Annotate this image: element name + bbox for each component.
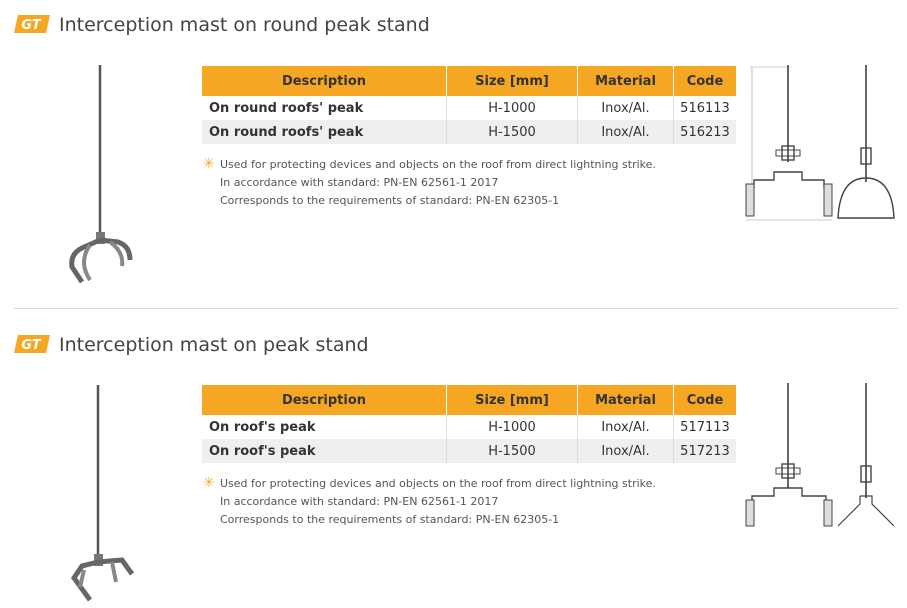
cell-code: 516113 xyxy=(680,100,730,116)
logo-text: GT xyxy=(21,338,41,353)
cell-description: On roof's peak xyxy=(202,415,447,439)
col-header-description: Description xyxy=(202,66,447,96)
note-line: Used for protecting devices and objects … xyxy=(220,158,656,171)
asterisk-icon: ✳ xyxy=(203,475,215,491)
cell-size: H-1500 xyxy=(446,439,578,463)
cell-size: H-1000 xyxy=(446,415,578,439)
note-line: In accordance with standard: PN-EN 62561… xyxy=(220,495,499,508)
cell-size: H-1500 xyxy=(446,120,578,144)
product-notes: ✳ Used for protecting devices and object… xyxy=(203,156,656,210)
section-title: Interception mast on peak stand xyxy=(59,334,369,356)
product-notes: ✳ Used for protecting devices and object… xyxy=(203,475,656,529)
gt-logo: GT xyxy=(14,15,50,33)
col-header-code: Code xyxy=(673,385,736,415)
col-header-material: Material xyxy=(577,66,674,96)
cell-material: Inox/Al. xyxy=(577,120,674,144)
mast-round-peak-image xyxy=(60,62,140,292)
table-row: On roof's peak H-1000 Inox/Al. 517113 xyxy=(202,415,736,439)
cell-code: 517113 xyxy=(680,419,730,435)
table-row: On roof's peak H-1500 Inox/Al. 517213 xyxy=(202,439,736,463)
table-row: On round roofs' peak H-1000 Inox/Al. 516… xyxy=(202,96,736,120)
cell-material: Inox/Al. xyxy=(577,415,674,439)
section-divider xyxy=(14,308,898,309)
spec-table: Description Size [mm] Material Code On r… xyxy=(202,66,736,144)
cell-material: Inox/Al. xyxy=(577,439,674,463)
cell-code: 516213 xyxy=(673,120,736,144)
note-line: In accordance with standard: PN-EN 62561… xyxy=(220,176,499,189)
asterisk-icon: ✳ xyxy=(203,156,215,172)
cell-description: On round roofs' peak xyxy=(202,96,447,120)
technical-drawing xyxy=(742,62,902,231)
logo-text: GT xyxy=(21,18,41,33)
cell-size: H-1000 xyxy=(446,96,578,120)
section-title: Interception mast on round peak stand xyxy=(59,14,430,36)
col-header-size: Size [mm] xyxy=(446,66,578,96)
table-row: On round roofs' peak H-1500 Inox/Al. 516… xyxy=(202,120,736,144)
col-header-code: Code xyxy=(673,66,736,96)
note-line: Used for protecting devices and objects … xyxy=(220,477,656,490)
technical-drawing xyxy=(742,380,902,539)
gt-logo: GT xyxy=(14,335,50,353)
cell-description: On roof's peak xyxy=(202,439,447,463)
col-header-size: Size [mm] xyxy=(446,385,578,415)
col-header-description: Description xyxy=(202,385,447,415)
col-header-material: Material xyxy=(577,385,674,415)
mast-peak-image xyxy=(60,382,140,608)
note-line: Corresponds to the requirements of stand… xyxy=(220,513,560,526)
spec-table: Description Size [mm] Material Code On r… xyxy=(202,385,736,463)
note-line: Corresponds to the requirements of stand… xyxy=(220,194,560,207)
cell-material: Inox/Al. xyxy=(577,96,674,120)
cell-code: 517213 xyxy=(673,439,736,463)
cell-description: On round roofs' peak xyxy=(202,120,447,144)
